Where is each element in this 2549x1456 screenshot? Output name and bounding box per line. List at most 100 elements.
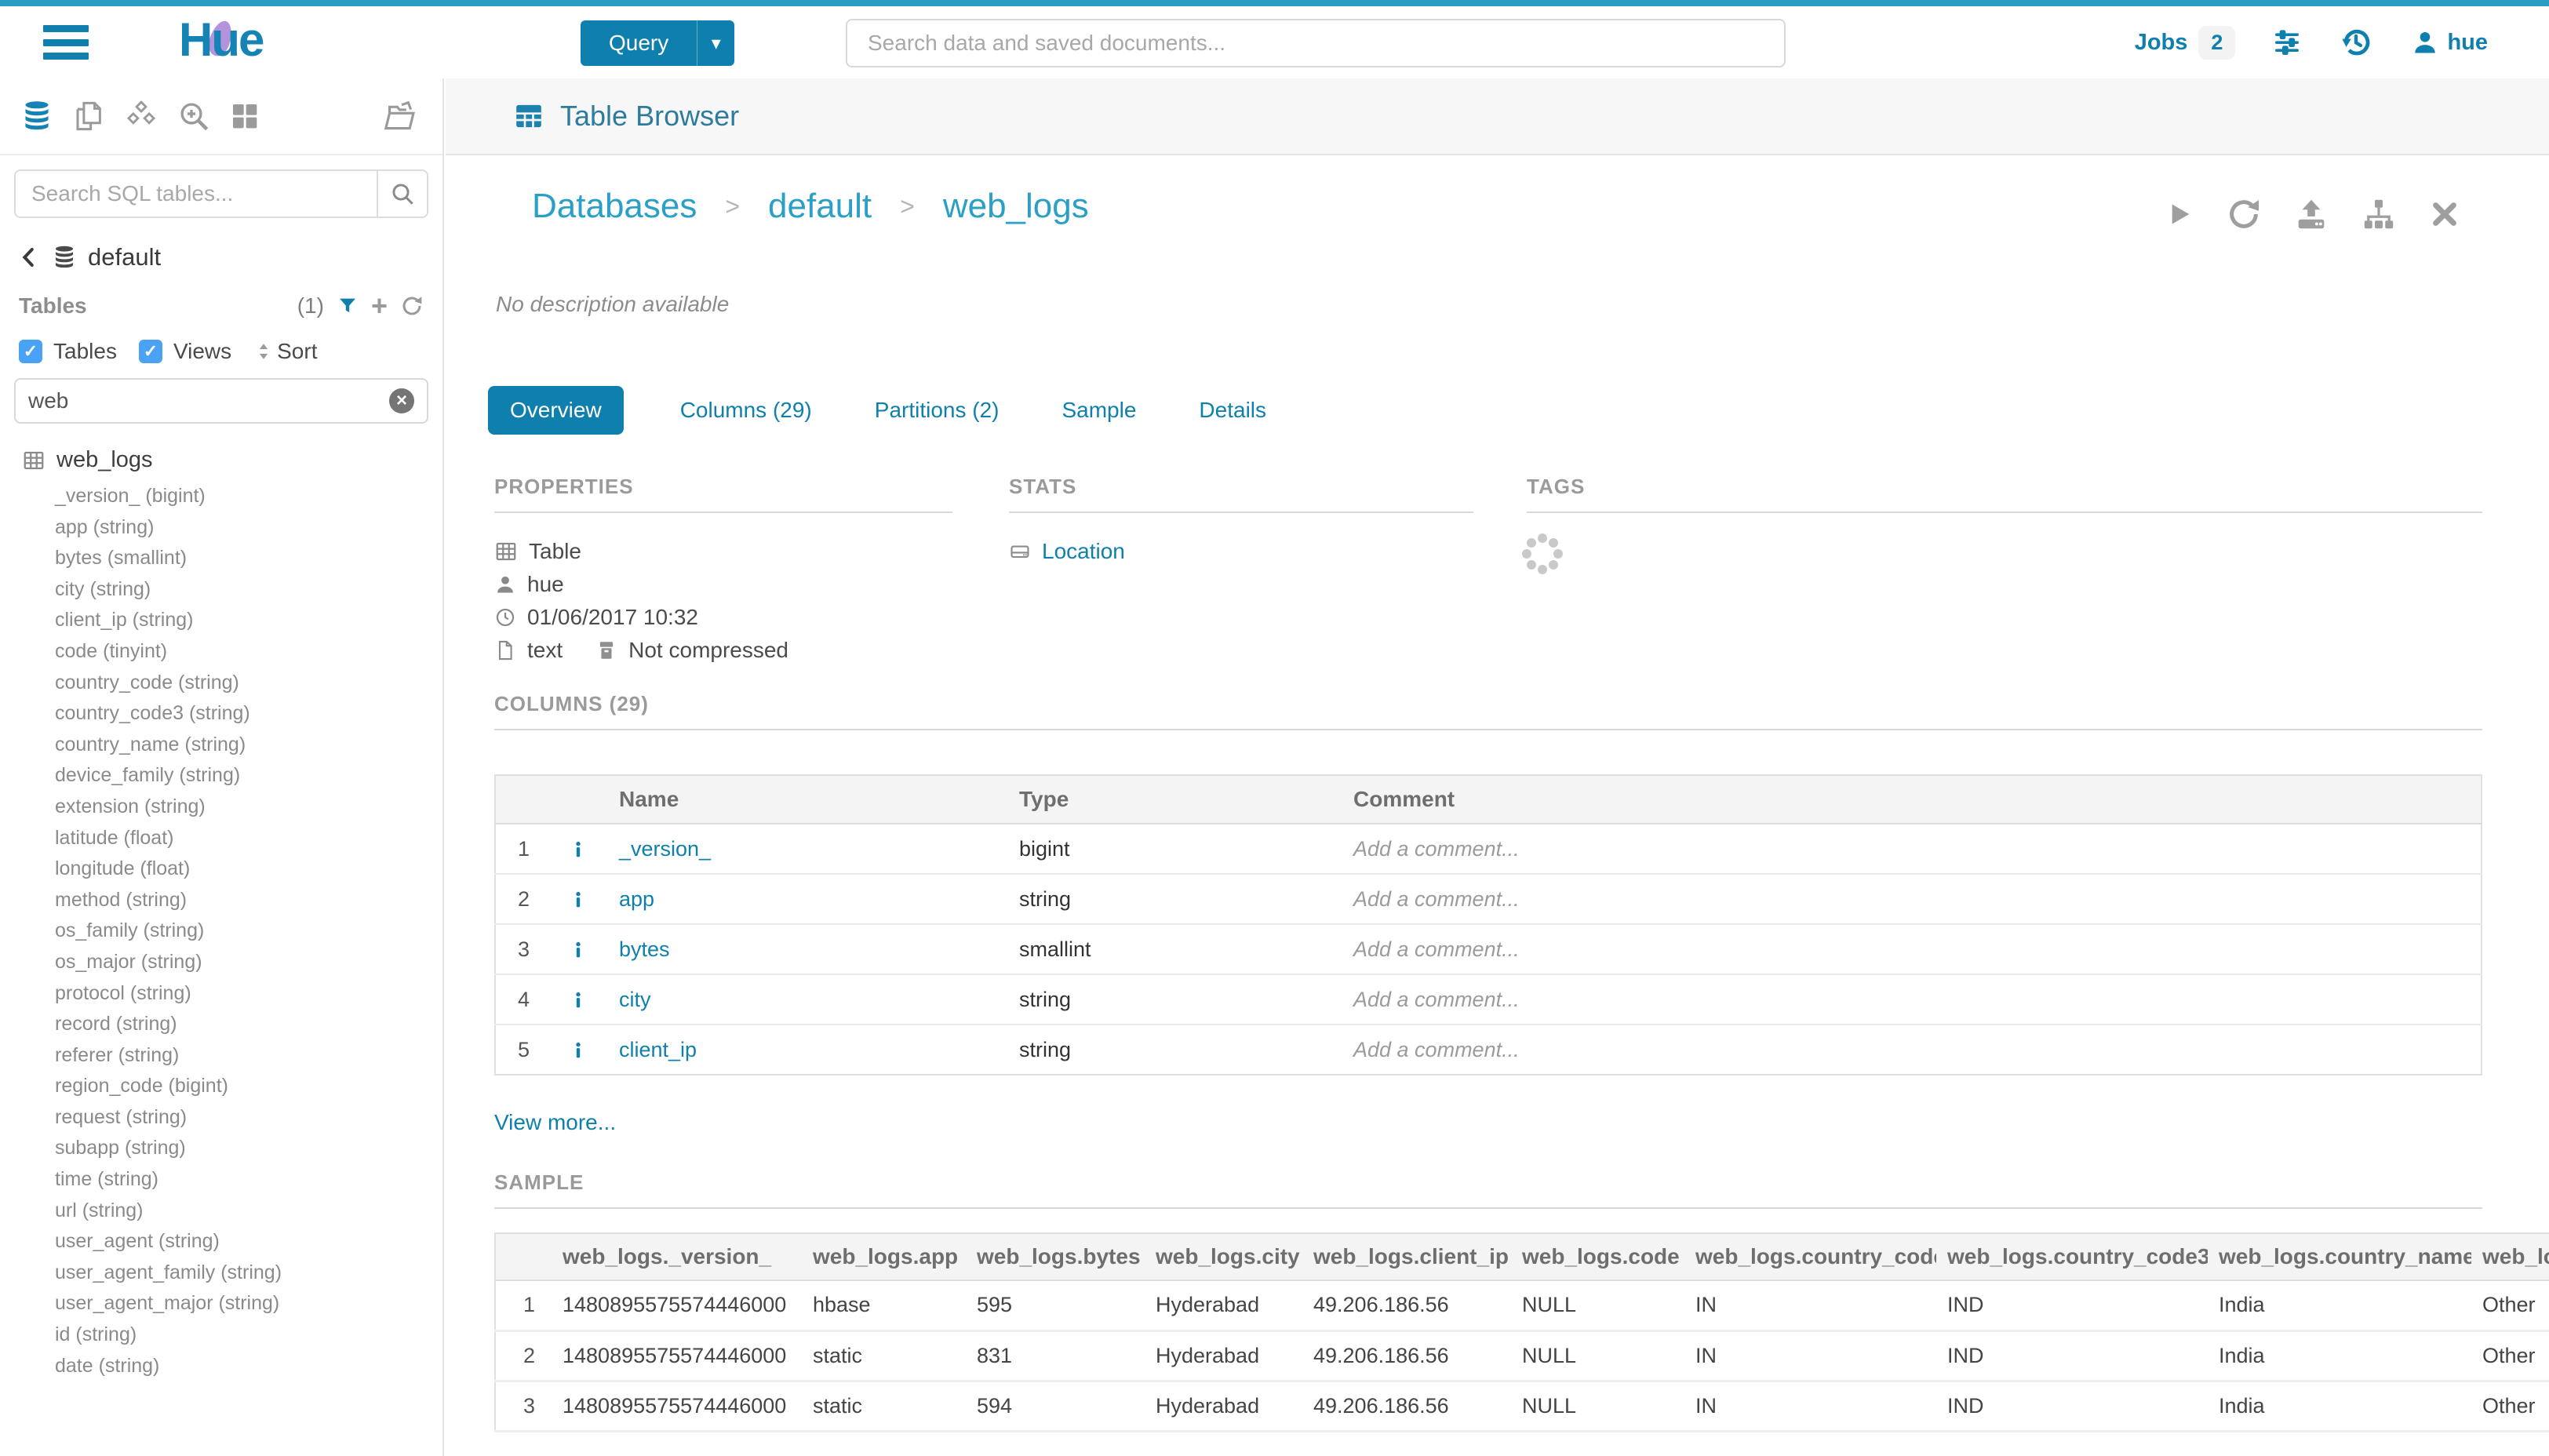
cubes-assist-icon[interactable] (124, 100, 158, 133)
tree-column-item[interactable]: method (string) (55, 885, 442, 916)
refresh-icon[interactable] (400, 294, 424, 318)
tree-column-item[interactable]: user_agent (string) (55, 1226, 442, 1258)
tree-table-name: web_logs (56, 447, 153, 473)
comment-placeholder[interactable]: Add a comment... (1353, 988, 1520, 1011)
column-name-link[interactable]: app (619, 887, 654, 911)
tree-column-item[interactable]: record (string) (55, 1009, 442, 1040)
tab-sample[interactable]: Sample (1040, 386, 1158, 435)
sql-table-search-button[interactable] (377, 171, 427, 217)
hamburger-menu-icon[interactable] (43, 25, 89, 60)
table-row: 1 1480895575574446000 hbase 595 Hyderaba… (495, 1280, 2549, 1330)
tree-column-item[interactable]: time (string) (55, 1164, 442, 1196)
breadcrumb-databases[interactable]: Databases (532, 187, 697, 226)
refresh-icon[interactable] (2226, 196, 2262, 232)
header-type: Type (1005, 775, 1339, 824)
loading-spinner (1538, 549, 1547, 559)
sample-cell: Other (2471, 1280, 2549, 1330)
documents-assist-icon[interactable] (72, 100, 105, 133)
tab-overview[interactable]: Overview (488, 386, 624, 435)
tree-column-item[interactable]: os_major (string) (55, 947, 442, 978)
column-type: bigint (1005, 824, 1339, 874)
breadcrumb-web-logs[interactable]: web_logs (943, 187, 1089, 226)
tab-partitions[interactable]: Partitions (2) (853, 386, 1021, 435)
hue-logo[interactable]: Hue (179, 13, 263, 67)
tables-checkbox[interactable]: ✓ (19, 340, 42, 363)
sort-control[interactable]: Sort (253, 339, 317, 364)
tree-column-item[interactable]: bytes (smallint) (55, 543, 442, 574)
database-assist-icon[interactable] (20, 100, 53, 133)
tree-column-item[interactable]: user_agent_major (string) (55, 1288, 442, 1320)
comment-placeholder[interactable]: Add a comment... (1353, 837, 1520, 861)
import-upload-icon[interactable] (2293, 196, 2329, 232)
tree-column-item[interactable]: city (string) (55, 574, 442, 606)
user-menu[interactable]: hue (2411, 28, 2488, 56)
tree-column-item[interactable]: app (string) (55, 512, 442, 544)
tree-column-item[interactable]: subapp (string) (55, 1133, 442, 1164)
tree-column-item[interactable]: latitude (float) (55, 823, 442, 854)
tree-column-item[interactable]: id (string) (55, 1320, 442, 1351)
section-divider (1009, 511, 1473, 513)
tree-column-item[interactable]: region_code (bigint) (55, 1071, 442, 1102)
tree-column-item[interactable]: client_ip (string) (55, 605, 442, 636)
query-button[interactable]: Query ▾ (581, 20, 734, 66)
tree-column-item[interactable]: url (string) (55, 1196, 442, 1227)
tree-column-item[interactable]: country_name (string) (55, 730, 442, 761)
tree-column-item[interactable]: protocol (string) (55, 978, 442, 1010)
user-name: hue (2447, 30, 2488, 56)
jobs-link[interactable]: Jobs 2 (2135, 26, 2236, 60)
sample-section-title: SAMPLE (494, 1170, 2549, 1195)
info-icon[interactable] (569, 840, 588, 859)
tree-column-item[interactable]: code (tinyint) (55, 636, 442, 668)
tree-column-item[interactable]: country_code3 (string) (55, 698, 442, 730)
info-icon[interactable] (569, 890, 588, 909)
clear-filter-icon[interactable]: × (389, 388, 414, 413)
comment-placeholder[interactable]: Add a comment... (1353, 937, 1520, 961)
column-name-link[interactable]: client_ip (619, 1038, 697, 1061)
tree-column-item[interactable]: user_agent_family (string) (55, 1258, 442, 1289)
info-icon[interactable] (569, 991, 588, 1010)
chevron-left-icon[interactable] (17, 244, 41, 271)
jobs-count-badge: 2 (2198, 26, 2235, 60)
tab-columns[interactable]: Columns (29) (658, 386, 834, 435)
location-link[interactable]: Location (1042, 535, 1125, 568)
tree-table-web-logs[interactable]: web_logs (22, 447, 442, 473)
tab-details[interactable]: Details (1177, 386, 1288, 435)
global-search-input[interactable] (846, 19, 1786, 67)
views-checkbox[interactable]: ✓ (139, 340, 162, 363)
database-breadcrumb-back[interactable]: default (17, 243, 442, 271)
filter-funnel-icon[interactable] (337, 295, 359, 317)
sliders-icon[interactable] (2270, 27, 2304, 58)
column-name-link[interactable]: _version_ (619, 837, 711, 861)
sql-table-search-input[interactable] (16, 171, 377, 217)
tree-column-item[interactable]: _version_ (bigint) (55, 481, 442, 512)
apps-grid-assist-icon[interactable] (229, 100, 260, 132)
tree-column-item[interactable]: device_family (string) (55, 760, 442, 792)
add-table-icon[interactable]: + (371, 294, 388, 318)
sample-header: web_logs.client_ip (1302, 1233, 1511, 1280)
sample-header: web_logs.city (1145, 1233, 1302, 1280)
search-plus-assist-icon[interactable] (177, 100, 210, 133)
tree-column-item[interactable]: country_code (string) (55, 668, 442, 699)
tree-column-item[interactable]: longitude (float) (55, 854, 442, 885)
tree-column-item[interactable]: date (string) (55, 1351, 442, 1382)
tree-column-item[interactable]: referer (string) (55, 1040, 442, 1072)
comment-placeholder[interactable]: Add a comment... (1353, 1038, 1520, 1061)
history-icon[interactable] (2339, 25, 2373, 60)
close-icon[interactable] (2428, 198, 2461, 231)
info-icon[interactable] (569, 1041, 588, 1060)
table-filter-input[interactable] (28, 388, 389, 413)
query-dropdown-caret[interactable]: ▾ (697, 20, 734, 66)
search-icon (390, 181, 415, 206)
info-icon[interactable] (569, 941, 588, 959)
comment-placeholder[interactable]: Add a comment... (1353, 887, 1520, 911)
column-name-link[interactable]: city (619, 988, 651, 1011)
view-more-link[interactable]: View more... (494, 1110, 2482, 1135)
lineage-sitemap-icon[interactable] (2361, 196, 2397, 232)
tree-column-item[interactable]: request (string) (55, 1102, 442, 1134)
column-name-link[interactable]: bytes (619, 937, 670, 961)
folder-documents-icon[interactable] (381, 99, 417, 133)
tree-column-item[interactable]: os_family (string) (55, 915, 442, 947)
query-play-icon[interactable] (2163, 197, 2194, 231)
breadcrumb-default[interactable]: default (768, 187, 872, 226)
tree-column-item[interactable]: extension (string) (55, 792, 442, 823)
